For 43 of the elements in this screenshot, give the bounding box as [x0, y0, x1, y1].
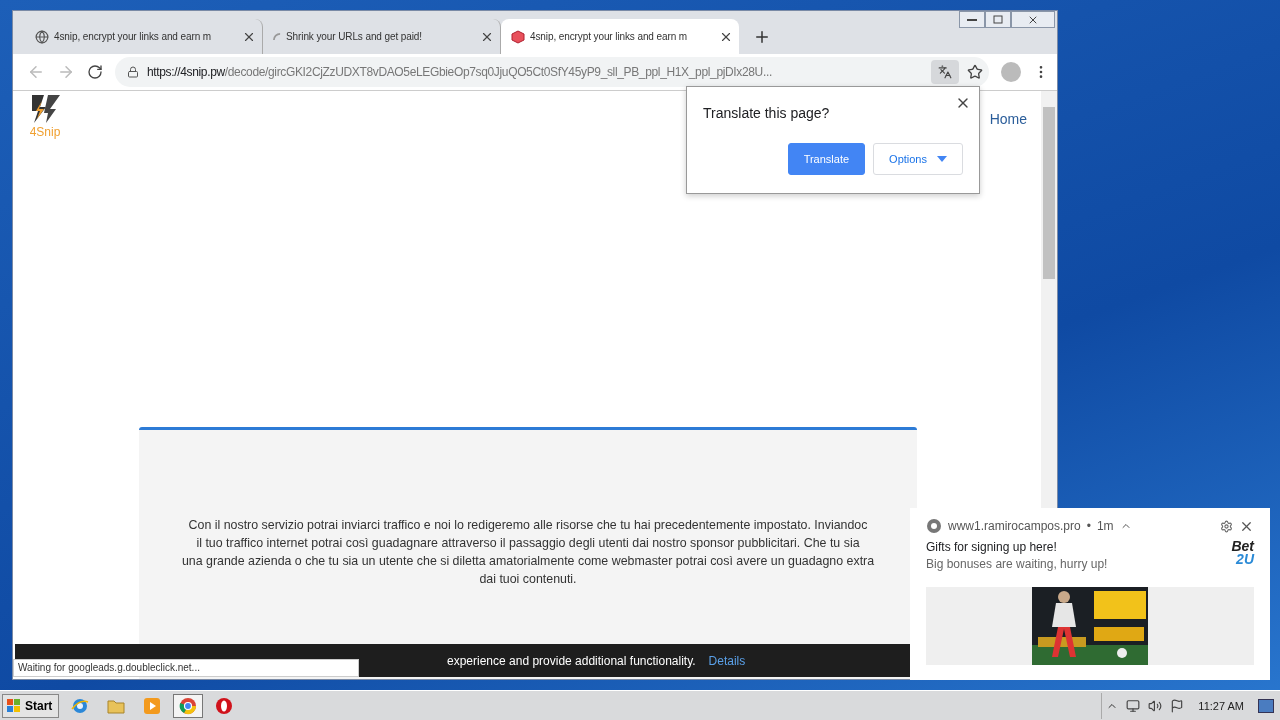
status-bubble: Waiting for googleads.g.doubleclick.net... [13, 659, 359, 677]
translate-button[interactable]: Translate [787, 143, 866, 175]
spinner-icon [273, 32, 281, 41]
taskbar-app[interactable] [173, 693, 204, 718]
description-paragraph: Con il nostro servizio potrai inviarci traffico e noi lo redigeremo alle risorse che tu hai precedentemente impostato. Inviandoc il tuo traffico internet potrai così guadagnare attraverso il passaggio degli utenti dai nostro sponsor pubblicitari. Che tu sia una grande azienda o che tu sia un utente che si diletta amatorialmente come webmaster potrai così avere un guadagno extra dai tuoi contenuti. [180, 517, 876, 588]
volume-icon[interactable] [1148, 698, 1163, 713]
browser-tab[interactable]: 4snip, encrypt your links and earn m [501, 19, 739, 54]
reload-icon[interactable] [87, 64, 103, 80]
notification-title: Gifts for signing up here! [926, 540, 1058, 554]
bookmark-star-icon[interactable] [967, 64, 983, 80]
notification-body: Big bonuses are waiting, hurry up! [926, 557, 1108, 571]
globe-icon [35, 29, 49, 44]
details-link[interactable]: Details [708, 653, 746, 668]
brand-logo-text: Bet [1231, 540, 1254, 553]
scrollbar-thumb[interactable] [1043, 107, 1055, 279]
options-button[interactable]: Options [873, 143, 963, 175]
settings-icon[interactable] [1220, 519, 1233, 533]
windows-logo-icon [6, 697, 22, 714]
browser-e-icon [71, 696, 90, 715]
folder-icon [107, 697, 126, 714]
media-player-icon [143, 696, 162, 715]
minimize-icon [967, 18, 977, 21]
nav-link[interactable]: Home [989, 111, 1027, 147]
time-ago: 1m [1096, 519, 1114, 533]
show-desktop-button[interactable] [1258, 698, 1274, 713]
minimize-button[interactable] [959, 11, 985, 28]
translate-icon [938, 65, 952, 79]
opera-icon [215, 696, 234, 715]
start-button[interactable]: Start [2, 693, 60, 718]
lock-icon [127, 66, 139, 78]
caret-icon [937, 156, 947, 162]
maximize-icon [993, 15, 1003, 24]
brand-logo-text: 2U [1236, 553, 1254, 566]
translate-button[interactable] [931, 60, 959, 84]
logo-text: 4Snip [29, 125, 61, 139]
cookie-text: experience and provide additional functionality. [447, 653, 696, 668]
browser-tab[interactable]: 4snip, encrypt your links and earn m [25, 19, 263, 54]
separator-dot: • [1086, 519, 1091, 533]
flag-icon[interactable] [1170, 698, 1185, 713]
clock[interactable]: 11:27 AM [1198, 699, 1244, 712]
site-url: www1.ramirocampos.pro [948, 519, 1081, 533]
popup-title: Translate this page? [703, 105, 831, 121]
address-bar[interactable]: https://4snip.pw/decode/gircGKI2CjZzUDXT8vDAO5eLEGbieOp7sq0JjuQO5Ct0SfY45yP9_sll_PB_ppl_H1X_ppl_pjDIx28U... [115, 57, 989, 87]
